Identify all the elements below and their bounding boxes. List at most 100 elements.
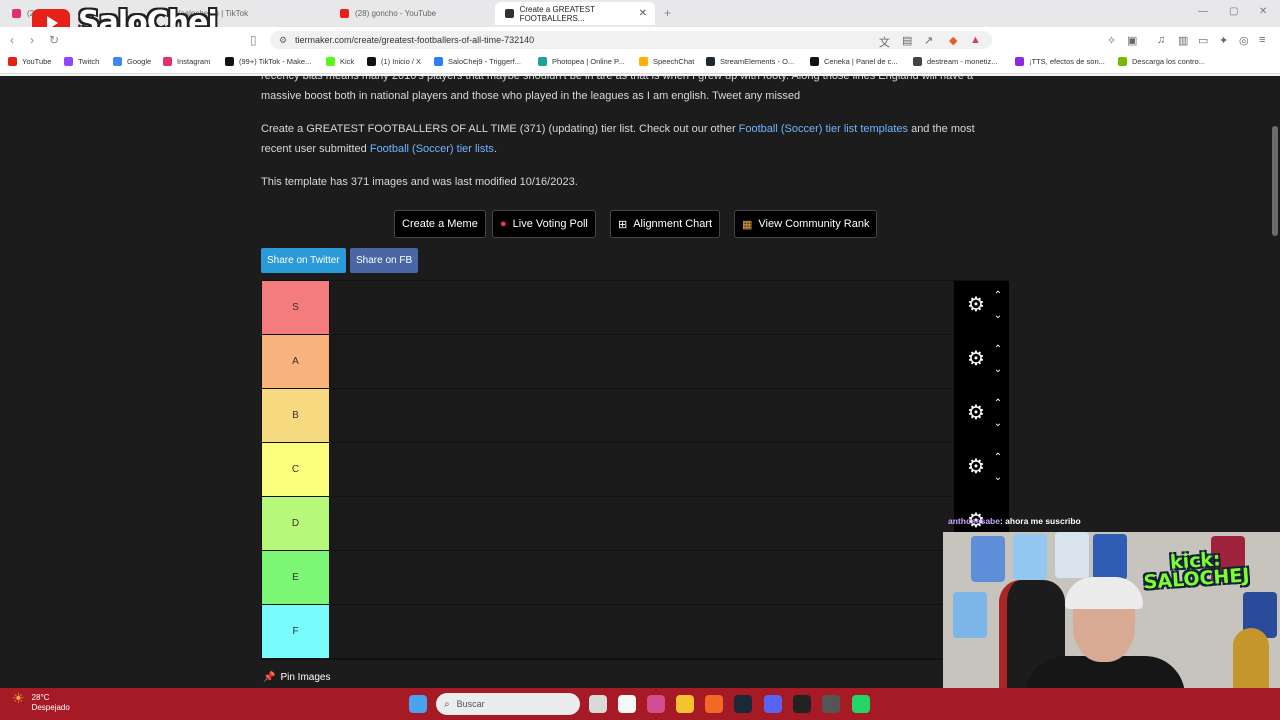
scrollbar-thumb[interactable] [1272,126,1278,236]
reload-icon[interactable]: ↻ [49,33,59,47]
discord-icon[interactable] [764,695,782,713]
tier-lists-link[interactable]: Football (Soccer) tier lists [370,143,494,155]
tier-row: D ⚙ [262,497,1009,551]
bookmark-x[interactable]: (1) Inicio / X [367,57,421,66]
bookmark-triggerfyre[interactable]: SaloChej9 - Triggerf... [434,57,521,66]
move-down-icon[interactable]: ⌄ [991,310,1005,322]
tier-drop-zone[interactable] [330,605,955,658]
bookmark-twitch[interactable]: Twitch [64,57,99,66]
app-icon[interactable] [647,695,665,713]
tier-drop-zone[interactable] [330,443,955,496]
vpn-icon[interactable]: ◎ [1239,34,1249,47]
tier-label[interactable]: F [262,605,330,658]
brave-shield-icon[interactable]: ◆ [949,34,957,47]
move-down-icon[interactable]: ⌄ [991,472,1005,484]
bookmark-google[interactable]: Google [113,57,151,66]
tab-search-icon[interactable]: ▣ [1127,34,1137,47]
gear-icon[interactable]: ⚙ [965,348,987,370]
tier-drop-zone[interactable] [330,551,955,604]
templates-link[interactable]: Football (Soccer) tier list templates [739,123,908,135]
brave-rewards-icon[interactable]: ▲ [970,34,981,46]
tier-drop-zone[interactable] [330,497,955,550]
alignment-chart-button[interactable]: ⊞ Alignment Chart [610,210,721,238]
back-icon[interactable]: ‹ [10,33,14,47]
community-rank-button[interactable]: ▦ View Community Rank [734,210,878,238]
tab-tiermaker[interactable]: Create a GREATEST FOOTBALLERS... ✕ [495,2,655,25]
taskbar-search[interactable]: ⌕ Buscar [436,693,580,715]
tier-drop-zone[interactable] [330,389,955,442]
move-up-icon[interactable]: ⌃ [991,290,1005,302]
nvidia-icon [1118,57,1127,66]
move-down-icon[interactable]: ⌄ [991,364,1005,376]
bookmark-streamelements[interactable]: StreamElements - O... [706,57,794,66]
create-meme-button[interactable]: Create a Meme [394,210,486,238]
chat-message: anthosesabe: ahora me suscribo [948,516,1081,526]
live-voting-poll-button[interactable]: ● Live Voting Poll [492,210,596,238]
tier-controls: ⚙ ⌃ ⌄ [954,389,1009,443]
live-dot-icon: ● [500,218,507,230]
pin-images-button[interactable]: 📌 Pin Images [263,672,330,683]
sidebar-icon[interactable]: ▥ [1178,34,1188,47]
share-twitter-button[interactable]: Share on Twitter [261,248,346,273]
share-facebook-button[interactable]: Share on FB [350,248,419,273]
app-icon[interactable] [822,695,840,713]
move-up-icon[interactable]: ⌃ [991,452,1005,464]
extensions-icon[interactable]: ✧ [1107,34,1116,47]
site-info-icon[interactable]: ⚙ [279,31,287,49]
close-window-icon[interactable]: ✕ [1259,6,1267,17]
close-tab-icon[interactable]: ✕ [639,8,647,19]
brave-icon[interactable] [705,695,723,713]
x-icon [367,57,376,66]
tier-label[interactable]: C [262,443,330,496]
tier-label[interactable]: D [262,497,330,550]
jersey-image [953,592,987,638]
media-icon[interactable]: ♫ [1157,34,1165,46]
tier-controls: ⚙ ⌃ ⌄ [954,443,1009,497]
tier-drop-zone[interactable] [330,335,955,388]
share-icon[interactable]: ↗ [924,34,933,47]
search-icon: ⌕ [444,698,450,710]
file-explorer-icon[interactable] [676,695,694,713]
move-down-icon[interactable]: ⌄ [991,418,1005,430]
restore-icon[interactable]: ▢ [1229,6,1238,17]
gear-icon[interactable]: ⚙ [965,456,987,478]
whatsapp-icon[interactable] [852,695,870,713]
tab-youtube[interactable]: (28) goncho - YouTube [330,2,490,25]
instagram-icon [163,57,172,66]
bookmark-tts[interactable]: ¡TTS, efectos de son... [1015,57,1105,66]
new-tab-button[interactable]: + [664,6,671,20]
tier-row: E [262,551,1009,605]
forward-icon[interactable]: › [30,33,34,47]
tier-label[interactable]: S [262,281,330,334]
bookmark-drivers[interactable]: Descarga los contro... [1118,57,1205,66]
tier-label[interactable]: A [262,335,330,388]
reader-icon[interactable]: ▤ [902,34,912,47]
tier-drop-zone[interactable] [330,281,955,334]
menu-icon[interactable]: ≡ [1259,34,1265,46]
windows-start-icon[interactable] [409,695,427,713]
bookmark-ceneka[interactable]: Ceneka | Panel de c... [810,57,898,66]
bookmark-kick[interactable]: Kick [326,57,354,66]
bookmark-tiktok[interactable]: (99+) TikTok - Make... [225,57,311,66]
obs-icon[interactable] [793,695,811,713]
tier-label[interactable]: E [262,551,330,604]
bookmark-youtube[interactable]: YouTube [8,57,51,66]
steam-icon[interactable] [734,695,752,713]
move-up-icon[interactable]: ⌃ [991,344,1005,356]
wallet-icon[interactable]: ▭ [1198,34,1208,47]
bookmark-destream[interactable]: destream - monetiz... [913,57,997,66]
task-view-icon[interactable] [589,695,607,713]
leo-icon[interactable]: ✦ [1219,34,1228,47]
translate-icon[interactable]: 文 [879,34,890,50]
minimize-icon[interactable]: — [1198,6,1208,17]
bookmark-photopea[interactable]: Photopea | Online P... [538,57,624,66]
widgets-icon[interactable] [618,695,636,713]
bookmark-icon[interactable]: ▯ [250,33,257,47]
gear-icon[interactable]: ⚙ [965,402,987,424]
move-up-icon[interactable]: ⌃ [991,398,1005,410]
gear-icon[interactable]: ⚙ [965,294,987,316]
bookmark-instagram[interactable]: Instagram [163,57,210,66]
weather-widget[interactable]: ☀ 28°C Despejado [12,691,70,713]
tier-label[interactable]: B [262,389,330,442]
bookmark-speechchat[interactable]: SpeechChat [639,57,694,66]
